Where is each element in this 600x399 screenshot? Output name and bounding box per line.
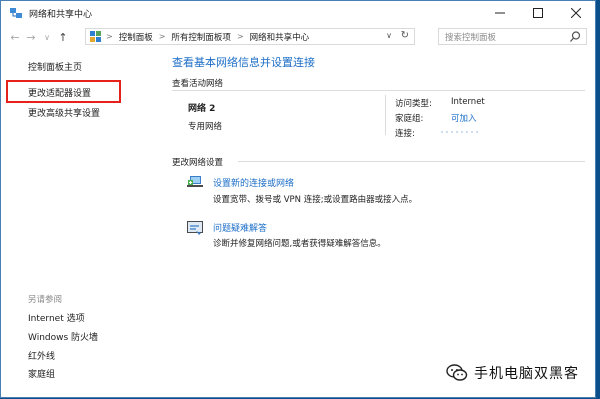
new-connection-icon — [187, 176, 203, 187]
network-center-icon — [10, 8, 22, 18]
troubleshoot-description: 诊断并修复网络问题,或者获得疑难解答信息。 — [213, 239, 386, 249]
active-networks-label: 查看活动网络 — [172, 79, 224, 89]
troubleshoot-icon — [187, 221, 203, 235]
breadcrumb-separator: > — [158, 32, 166, 41]
watermark-text: 手机电脑双黑客 — [474, 366, 579, 382]
setup-connection-link[interactable]: 设置新的连接或网络 — [213, 176, 294, 189]
network-name: 网络 2 — [188, 104, 216, 114]
breadcrumb-all-items[interactable]: 所有控制面板项 — [171, 31, 231, 43]
see-also-internet-options[interactable]: Internet 选项 — [28, 311, 85, 324]
sidebar-item-adapter-settings[interactable]: 更改适配器设置 — [28, 86, 91, 99]
refresh-icon[interactable]: ↻ — [401, 30, 409, 41]
address-bar[interactable]: > 控制面板 > 所有控制面板项 > 网络和共享中心 ∨ ↻ — [85, 28, 415, 45]
connection-link[interactable] — [441, 129, 481, 135]
see-also-firewall[interactable]: Windows 防火墙 — [28, 330, 98, 343]
wechat-icon — [446, 364, 468, 381]
divider — [385, 95, 386, 135]
window-title: 网络和共享中心 — [29, 9, 93, 20]
see-also-heading: 另请参阅 — [28, 295, 63, 305]
access-type-value: Internet — [451, 97, 485, 107]
sidebar: 控制面板主页 更改适配器设置 更改高级共享设置 另请参阅 Internet 选项… — [1, 51, 153, 397]
breadcrumb-separator: > — [106, 32, 113, 41]
chevron-down-icon: ∨ — [44, 32, 50, 42]
troubleshoot-link[interactable]: 问题疑难解答 — [213, 221, 267, 234]
up-button[interactable]: ↑ — [55, 28, 71, 46]
main-content: 查看基本网络信息并设置连接 查看活动网络 网络 2 专用网络 访问类型: Int… — [153, 51, 595, 397]
breadcrumb-separator: > — [236, 32, 244, 41]
address-dropdown-icon[interactable]: ∨ — [386, 31, 392, 40]
control-panel-icon — [90, 30, 101, 42]
maximize-icon — [533, 8, 543, 18]
page-title: 查看基本网络信息并设置连接 — [172, 56, 315, 69]
forward-arrow-icon: → — [26, 30, 36, 44]
watermark: 手机电脑双黑客 — [446, 363, 579, 383]
change-settings-label: 更改网络设置 — [172, 158, 224, 168]
sidebar-item-home[interactable]: 控制面板主页 — [28, 60, 82, 73]
title-bar: 网络和共享中心 — [1, 1, 595, 25]
recent-locations-button[interactable]: ∨ — [39, 28, 55, 46]
access-type-label: 访问类型: — [395, 99, 432, 109]
up-arrow-icon: ↑ — [58, 30, 68, 44]
back-button[interactable]: ← — [7, 28, 23, 46]
setup-connection-description: 设置宽带、拨号或 VPN 连接;或设置路由器或接入点。 — [213, 195, 418, 205]
close-icon — [571, 8, 581, 18]
forward-button[interactable]: → — [23, 28, 39, 46]
search-placeholder: 搜索控制面板 — [445, 32, 497, 43]
minimize-button[interactable] — [481, 1, 519, 25]
see-also-homegroup[interactable]: 家庭组 — [28, 367, 55, 380]
search-icon — [570, 31, 581, 42]
close-button[interactable] — [557, 1, 595, 25]
navigation-bar: ← → ∨ ↑ > 控制面板 > 所有控制面板项 > 网络和共享中心 ∨ ↻ 搜… — [1, 25, 595, 49]
see-also-infrared[interactable]: 红外线 — [28, 349, 55, 362]
minimize-icon — [495, 12, 505, 14]
search-input[interactable]: 搜索控制面板 — [438, 28, 587, 45]
divider — [172, 90, 585, 91]
homegroup-label: 家庭组: — [395, 114, 424, 124]
maximize-button[interactable] — [519, 1, 557, 25]
homegroup-join-link[interactable]: 可加入 — [451, 112, 477, 124]
network-type-link: 专用网络 — [188, 122, 223, 132]
sidebar-item-advanced-sharing[interactable]: 更改高级共享设置 — [28, 106, 100, 119]
breadcrumb-network-center[interactable]: 网络和共享中心 — [250, 31, 310, 43]
connections-label: 连接: — [395, 129, 415, 139]
divider — [238, 161, 585, 162]
control-panel-window: 网络和共享中心 ← → ∨ ↑ > 控制面板 > 所有控制面板项 > 网络和共享… — [0, 0, 596, 398]
back-arrow-icon: ← — [10, 30, 20, 44]
breadcrumb-control-panel[interactable]: 控制面板 — [119, 31, 153, 43]
